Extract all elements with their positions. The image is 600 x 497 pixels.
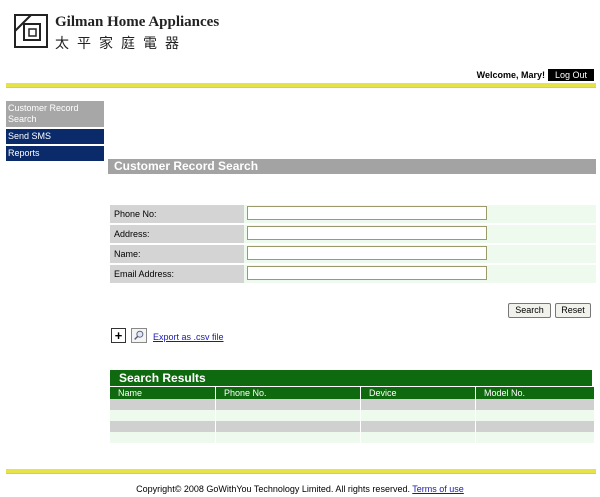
search-magnifier-icon[interactable] [131,328,147,343]
column-header-phone[interactable]: Phone No. [216,386,360,399]
sidebar-nav: Customer Record Search Send SMS Reports [6,101,104,163]
sidebar-item-customer-record-search[interactable]: Customer Record Search [6,101,104,129]
column-header-device[interactable]: Device [361,386,475,399]
user-bar: Welcome, Mary! Log Out [477,69,594,81]
copyright-text: Copyright© 2008 GoWithYou Technology Lim… [136,484,410,494]
form-row-name: Name: [110,245,596,263]
form-row-phone: Phone No: [110,205,596,223]
form-row-email: Email Address: [110,265,596,283]
export-csv-link[interactable]: Export as .csv file [153,332,224,342]
company-logo-icon [14,14,48,48]
reset-button[interactable]: Reset [555,303,591,318]
footer-divider [6,469,596,474]
search-form: Phone No: Address: Name: Email Address: [110,205,596,285]
terms-of-use-link[interactable]: Terms of use [412,484,464,494]
name-label: Name: [110,245,244,263]
table-row [110,410,594,421]
footer: Copyright© 2008 GoWithYou Technology Lim… [0,484,600,494]
page-title: Customer Record Search [108,159,596,174]
search-button[interactable]: Search [508,303,551,318]
address-label: Address: [110,225,244,243]
table-row [110,421,594,432]
column-header-name[interactable]: Name [110,386,215,399]
address-input[interactable] [247,226,487,240]
phone-input[interactable] [247,206,487,220]
sidebar-item-reports[interactable]: Reports [6,146,104,163]
name-input[interactable] [247,246,487,260]
phone-label: Phone No: [110,205,244,223]
results-header-row: Name Phone No. Device Model No. [110,386,594,399]
add-icon[interactable]: + [111,328,126,343]
brand-name-english: Gilman Home Appliances [55,14,220,30]
results-title: Search Results [110,370,592,386]
search-results-table: Search Results Name Phone No. Device Mod… [110,370,594,443]
form-row-address: Address: [110,225,596,243]
welcome-text: Welcome, Mary! [476,70,545,80]
table-row [110,432,594,443]
sidebar-item-send-sms[interactable]: Send SMS [6,129,104,146]
column-header-model[interactable]: Model No. [476,386,594,399]
header-divider [6,83,596,88]
brand-name-chinese: 太平家庭電器 [55,36,187,52]
email-label: Email Address: [110,265,244,283]
table-row [110,399,594,410]
email-input[interactable] [247,266,487,280]
logout-button[interactable]: Log Out [547,69,594,81]
